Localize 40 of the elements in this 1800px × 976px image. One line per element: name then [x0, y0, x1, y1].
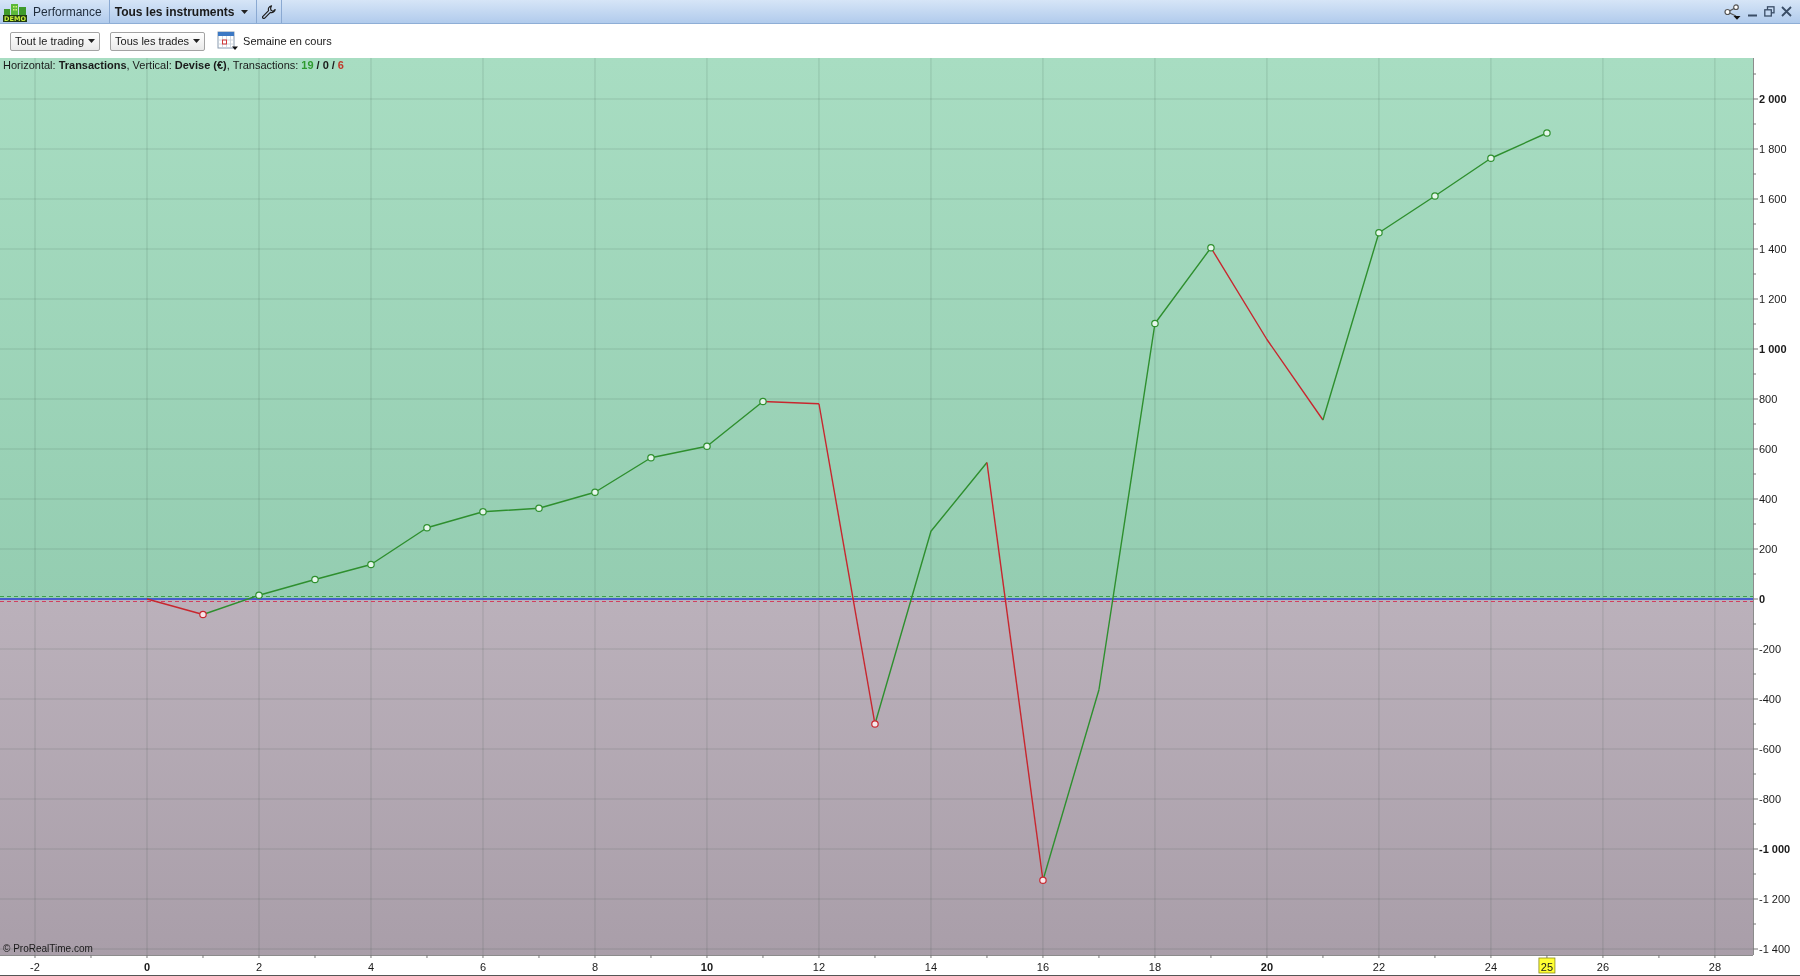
- x-axis-label: -2: [30, 961, 40, 973]
- x-axis-label: 26: [1596, 961, 1610, 973]
- current-position-label: 25: [1538, 957, 1556, 974]
- x-axis-label: 12: [812, 961, 826, 973]
- x-axis-label: 18: [1148, 961, 1162, 973]
- y-axis-label: 0: [1759, 593, 1766, 605]
- y-axis-label: 200: [1759, 543, 1778, 555]
- y-axis-label: 2 000: [1759, 93, 1787, 105]
- x-tick-label: 25: [1540, 961, 1554, 973]
- x-axis-label: 4: [367, 961, 375, 973]
- y-axis-label: -200: [1759, 643, 1782, 655]
- x-axis-label: 28: [1708, 961, 1722, 973]
- y-axis-label: 400: [1759, 493, 1778, 505]
- window-title: Performance: [33, 4, 102, 19]
- x-axis-label: 10: [700, 961, 714, 973]
- y-axis-label: 1 200: [1759, 293, 1787, 305]
- x-axis-label: 22: [1372, 961, 1386, 973]
- y-axis-label: 1 000: [1759, 343, 1787, 355]
- x-axis-label: 14: [924, 961, 938, 973]
- y-axis-label: 600: [1759, 443, 1778, 455]
- x-axis-label: 2: [255, 961, 263, 973]
- x-axis-label: 20: [1260, 961, 1274, 973]
- copyright-text: © ProRealTime.com: [3, 943, 93, 954]
- y-axis-label: 1 400: [1759, 243, 1787, 255]
- x-axis-label: 24: [1484, 961, 1498, 973]
- y-axis-label: -1 000: [1759, 843, 1791, 855]
- period-label: Semaine en cours: [243, 35, 332, 47]
- y-axis-label: -400: [1759, 693, 1782, 705]
- y-axis-label: 1 600: [1759, 193, 1787, 205]
- chart-info-text: Horizontal: Transactions, Vertical: Devise (€), Transactions: 19 / 0 / 6: [3, 59, 344, 71]
- y-axis-label: -600: [1759, 743, 1782, 755]
- x-axis-label: 0: [143, 961, 151, 973]
- x-axis-label: 6: [479, 961, 487, 973]
- x-axis-label: 16: [1036, 961, 1050, 973]
- y-axis-label: 1 800: [1759, 143, 1787, 155]
- y-axis-label: 800: [1759, 393, 1778, 405]
- y-axis-label: -1 400: [1759, 943, 1791, 955]
- y-axis-label: -1 200: [1759, 893, 1791, 905]
- y-axis-label: -800: [1759, 793, 1782, 805]
- x-axis-label: 8: [591, 961, 599, 973]
